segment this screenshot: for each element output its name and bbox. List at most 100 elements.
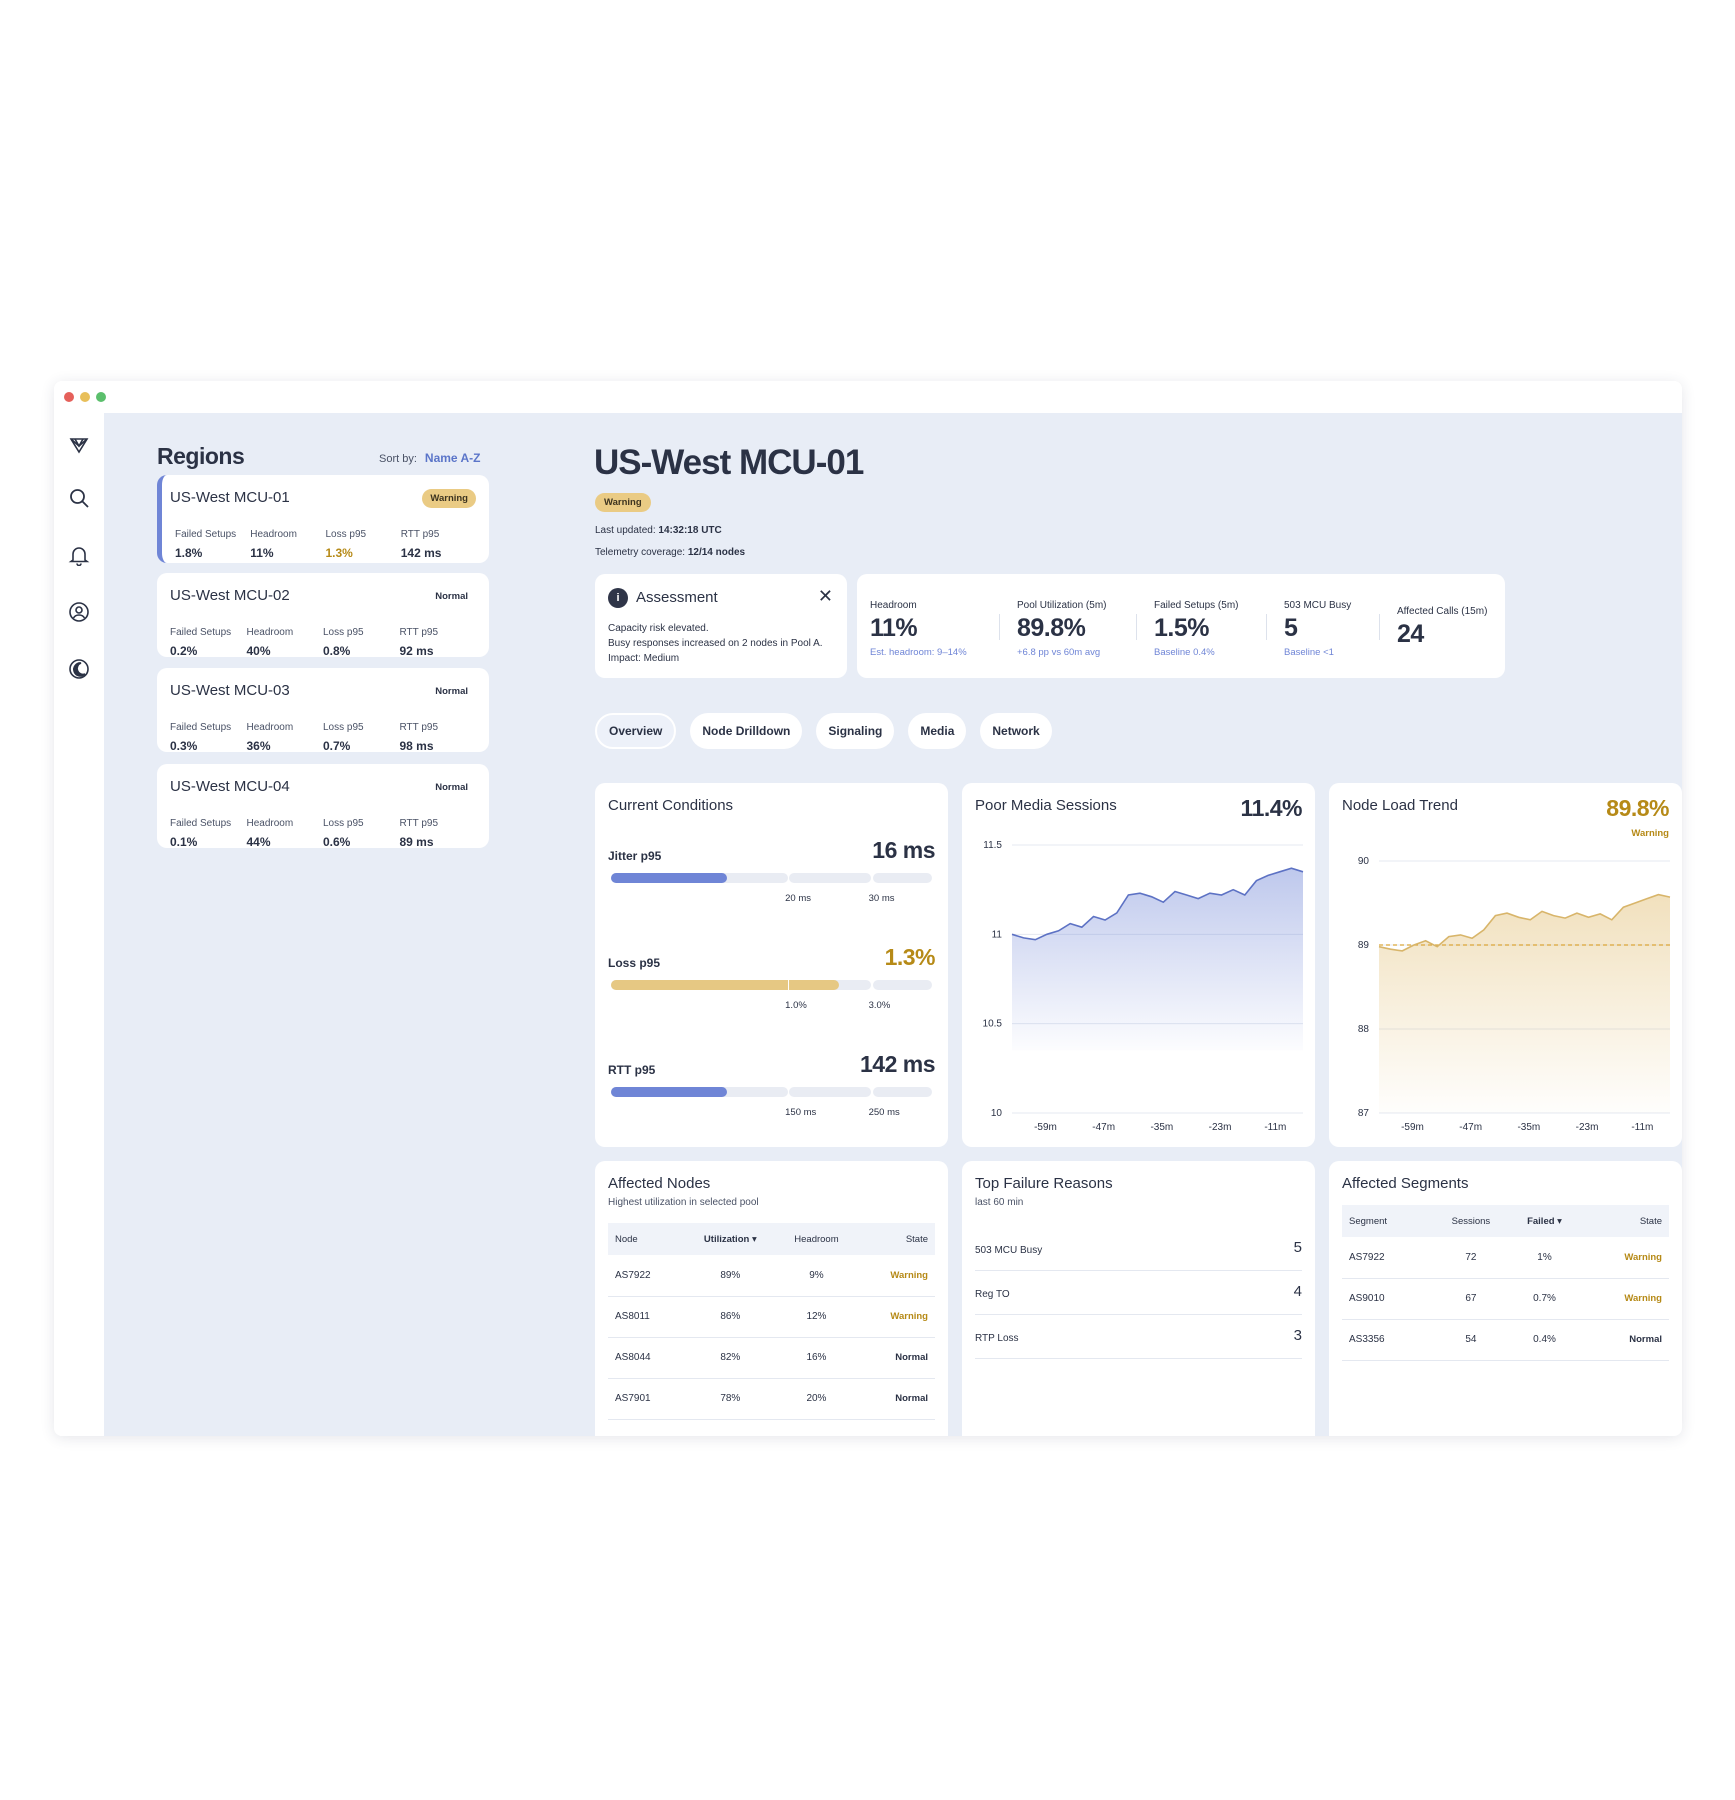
kpi-value: 11%	[870, 614, 918, 642]
column-header-sorted[interactable]: Utilization ▾	[684, 1223, 778, 1255]
column-header[interactable]: Headroom	[777, 1223, 856, 1255]
close-window-button[interactable]	[64, 392, 74, 402]
condition-value: 142 ms	[859, 1051, 936, 1077]
region-card[interactable]: US-West MCU-01 Warning Failed Setups 1.8% He…	[157, 475, 489, 563]
list-item[interactable]: RTP Loss 3	[975, 1315, 1302, 1359]
failure-reason-label: RTP Loss	[975, 1333, 1019, 1344]
window-titlebar	[54, 381, 1682, 413]
assessment-text: Capacity risk elevated. Busy responses i…	[608, 621, 823, 666]
x-tick-label: -35m	[1150, 1122, 1173, 1133]
card-title: Node Load Trend	[1342, 797, 1458, 814]
table-row[interactable]: AS9010 67 0.7% Warning	[1342, 1278, 1669, 1320]
telemetry-coverage: Telemetry coverage: 12/14 nodes	[595, 547, 745, 558]
kpi-divider	[1379, 614, 1380, 640]
condition-value: 16 ms	[872, 837, 935, 863]
column-header-sorted[interactable]: Failed ▾	[1510, 1205, 1580, 1237]
column-header[interactable]: Segment	[1342, 1205, 1432, 1237]
tab-media[interactable]: Media	[908, 713, 967, 749]
stat-label: Failed Setups	[170, 722, 232, 733]
state-cell: Normal	[1579, 1319, 1669, 1361]
bar-segment	[872, 980, 932, 990]
region-card[interactable]: US-West MCU-03 Normal Failed Setups 0.3% Hea…	[157, 668, 489, 753]
condition-row: RTT p95 142 ms 150 ms 250 ms	[608, 1051, 936, 1141]
column-header[interactable]: Node	[608, 1223, 684, 1255]
stat-label: RTT p95	[399, 722, 439, 733]
status-badge: Normal	[435, 591, 468, 602]
column-header[interactable]: State	[1579, 1205, 1669, 1237]
logo-icon[interactable]	[68, 433, 90, 455]
chart-current-value: 11.4%	[1240, 795, 1303, 821]
stat-label: Headroom	[246, 722, 294, 733]
affected-nodes-table: Node Utilization ▾ Headroom State AS7922…	[608, 1223, 935, 1420]
table-row[interactable]: AS8044 82% 16% Normal	[608, 1337, 935, 1379]
region-stat: Headroom 40%	[247, 627, 324, 658]
current-conditions-card: Current Conditions Jitter p95 16 ms 20 ms 3…	[595, 783, 948, 1147]
stat-label: Headroom	[246, 818, 294, 829]
last-updated: Last updated: 14:32:18 UTC	[595, 525, 722, 536]
stat-value: 0.2%	[170, 644, 198, 658]
table-row[interactable]: AS7922 72 1% Warning	[1342, 1237, 1669, 1279]
bell-icon[interactable]	[68, 544, 90, 566]
column-header[interactable]: Sessions	[1432, 1205, 1509, 1237]
failure-reason-count: 5	[1293, 1239, 1302, 1256]
series-area	[1379, 894, 1670, 1113]
column-header[interactable]: State	[856, 1223, 935, 1255]
card-title: Poor Media Sessions	[975, 797, 1117, 814]
area-chart: 90 89 88 87 -59m -47m -35m -23m -11m	[1358, 856, 1671, 1133]
tab-node-drilldown[interactable]: Node Drilldown	[690, 713, 803, 749]
failure-reason-label: 503 MCU Busy	[975, 1245, 1043, 1256]
node-cell: AS8044	[608, 1337, 684, 1379]
list-item[interactable]: Reg TO 4	[975, 1271, 1302, 1315]
region-stat: RTT p95 89 ms	[400, 818, 477, 849]
table-row[interactable]: AS3356 54 0.4% Normal	[1342, 1319, 1669, 1361]
region-stats: Failed Setups 0.3% Headroom 36% Loss p95 0.7%…	[170, 722, 476, 753]
bar-fill	[611, 1087, 727, 1097]
poor-media-sessions-card: 11.5 11 10.5 10 -59m -47m -35m -23m -11m Poor Me…	[962, 783, 1315, 1147]
tab-overview[interactable]: Overview	[595, 713, 677, 749]
x-tick-label: -11m	[1264, 1122, 1286, 1133]
headroom-cell: 20%	[777, 1378, 856, 1420]
sort-control[interactable]: Sort by: Name A-Z	[379, 451, 480, 465]
coverage-label: Telemetry coverage:	[595, 547, 686, 558]
maximize-window-button[interactable]	[96, 392, 106, 402]
stat-label: Loss p95	[325, 529, 367, 540]
kpi-label: Pool Utilization (5m)	[1017, 600, 1107, 611]
stat-value: 1.8%	[175, 546, 203, 560]
stat-value: 11%	[250, 546, 274, 560]
node-cell: AS8011	[608, 1296, 684, 1338]
bar-threshold-label: 1.0%	[785, 1000, 807, 1011]
status-badge: Normal	[435, 782, 468, 793]
stat-value: 92 ms	[399, 644, 434, 658]
card-subtitle: Highest utilization in selected pool	[608, 1197, 759, 1208]
card-title: Affected Nodes	[608, 1175, 711, 1192]
moon-icon[interactable]	[68, 658, 90, 680]
tab-network[interactable]: Network	[980, 713, 1052, 749]
stat-value: 36%	[246, 739, 271, 753]
stat-value: 0.8%	[323, 644, 351, 658]
table-row[interactable]: AS7922 89% 9% Warning	[608, 1255, 935, 1297]
y-tick-label: 88	[1358, 1024, 1370, 1035]
state-cell: Normal	[855, 1337, 935, 1379]
x-tick-label: -23m	[1576, 1122, 1599, 1133]
list-item[interactable]: 503 MCU Busy 5	[975, 1227, 1302, 1271]
table-row[interactable]: AS8011 86% 12% Warning	[608, 1296, 935, 1338]
close-icon[interactable]: ✕	[818, 586, 833, 607]
state-cell: Warning	[1579, 1237, 1669, 1279]
kpi-panel: Headroom 11% Est. headroom: 9–14% Pool Util…	[857, 574, 1505, 678]
search-icon[interactable]	[68, 487, 90, 509]
card-title: Affected Segments	[1342, 1175, 1469, 1192]
sidebar	[54, 413, 104, 1436]
tab-signaling[interactable]: Signaling	[816, 713, 895, 749]
sort-value[interactable]: Name A-Z	[425, 451, 481, 465]
bar-segment	[789, 873, 871, 883]
minimize-window-button[interactable]	[80, 392, 90, 402]
table-row[interactable]: AS7901 78% 20% Normal	[608, 1378, 935, 1420]
region-card[interactable]: US-West MCU-02 Normal Failed Setups 0.2% Hea…	[157, 573, 489, 658]
kpi-label: Headroom	[870, 600, 917, 611]
user-circle-icon[interactable]	[68, 601, 90, 623]
stat-label: RTT p95	[399, 818, 439, 829]
stat-label: RTT p95	[399, 627, 439, 638]
region-card[interactable]: US-West MCU-04 Normal Failed Setups 0.1% Hea…	[157, 764, 489, 849]
failure-reason-count: 3	[1293, 1327, 1302, 1344]
state-cell: Warning	[855, 1255, 935, 1297]
